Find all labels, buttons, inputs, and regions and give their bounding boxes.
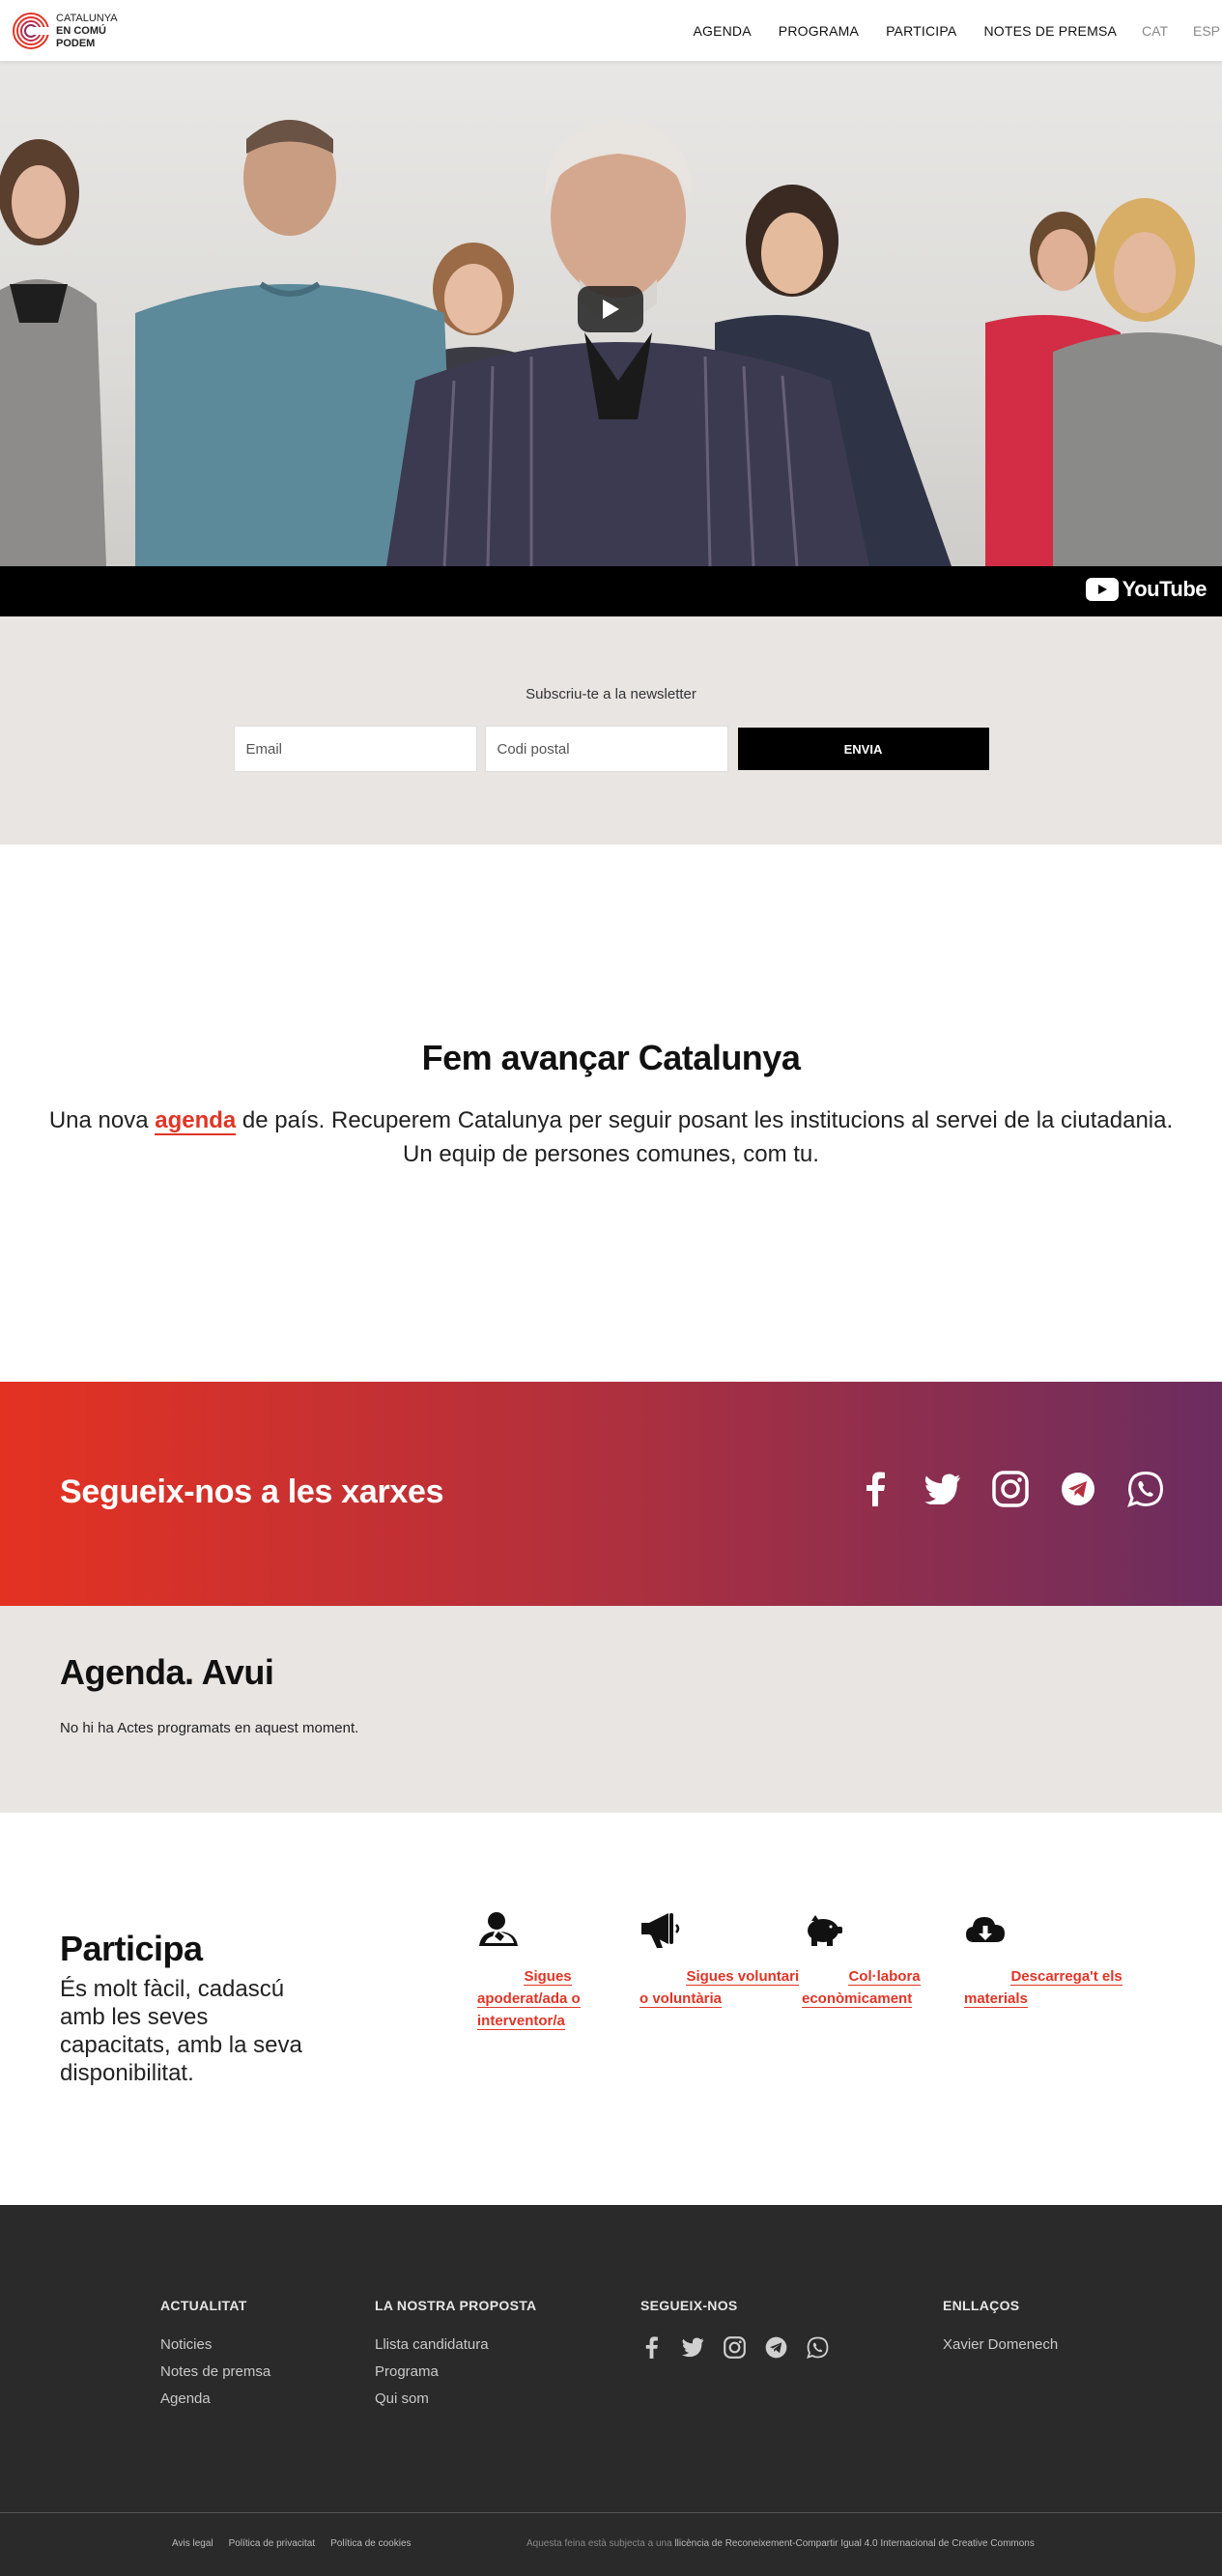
- participa-section: Participa És molt fàcil, cadascú amb les…: [0, 1813, 1222, 2205]
- participa-link-apoderat-label: Sigues apoderat/ada o interventor/a: [477, 1968, 581, 2030]
- youtube-play-icon: [1085, 578, 1119, 601]
- participa-link-apoderat[interactable]: Sigues apoderat/ada o interventor/a: [477, 1968, 581, 2030]
- participa-link-materials[interactable]: Descarrega't els materials: [964, 1968, 1123, 2008]
- agenda-section: Agenda. Avui No hi ha Actes programats e…: [0, 1606, 1222, 1813]
- logo-rings-icon: [13, 13, 50, 49]
- participa-link-collabora[interactable]: Col·labora econòmicament: [802, 1968, 921, 2008]
- legal-link-avis[interactable]: Avis legal: [172, 2538, 213, 2549]
- intro-text-after: de país. Recuperem Catalunya per seguir …: [236, 1107, 1174, 1133]
- main-nav: AGENDA PROGRAMA PARTICIPA NOTES DE PREMS…: [666, 0, 1222, 62]
- footer-link-xavier-domenech[interactable]: Xavier Domenech: [943, 2336, 1058, 2353]
- footer-link-noticies[interactable]: Noticies: [160, 2336, 270, 2353]
- postal-code-field[interactable]: [484, 726, 728, 772]
- participa-text: És molt fàcil, cadascú amb les seves cap…: [60, 1976, 302, 2086]
- youtube-label: YouTube: [1122, 577, 1208, 601]
- lang-cat[interactable]: CAT: [1142, 23, 1168, 39]
- video-embed[interactable]: YouTube: [0, 62, 1222, 616]
- footer-social-icons: [640, 2336, 829, 2359]
- footer-link-qui-som[interactable]: Qui som: [375, 2390, 536, 2407]
- footer-facebook-icon[interactable]: [640, 2336, 663, 2359]
- logo-line-3: PODEM: [56, 37, 96, 49]
- footer-heading-segueix: SEGUEIX-NOS: [640, 2298, 738, 2313]
- participa-link-voluntari-label: Sigues voluntari o voluntària: [639, 1968, 800, 2008]
- user-icon: [479, 1912, 518, 1946]
- whatsapp-icon[interactable]: [1127, 1471, 1164, 1507]
- intro-agenda-link[interactable]: agenda: [155, 1107, 237, 1135]
- license-link[interactable]: llicència de Reconeixement-Compartir Igu…: [674, 2538, 1034, 2549]
- footer-col-enllacos: ENLLAÇOS Xavier Domenech: [943, 2298, 1058, 2363]
- participa-link-materials-label: Descarrega't els materials: [964, 1968, 1123, 2008]
- license-notice: Aquesta feina està subjecta a una llicèn…: [526, 2538, 1035, 2549]
- participa-cards: Sigues apoderat/ada o interventor/a Sigu…: [477, 1909, 1157, 2032]
- social-section: Segueix-nos a les xarxes: [0, 1382, 1222, 1606]
- footer-heading-actualitat: ACTUALITAT: [160, 2298, 247, 2313]
- participa-card-collabora: Col·labora econòmicament: [802, 1909, 964, 2032]
- footer-col-segueix: SEGUEIX-NOS: [640, 2298, 829, 2359]
- footer-telegram-icon[interactable]: [765, 2336, 787, 2359]
- footer-whatsapp-icon[interactable]: [807, 2336, 829, 2359]
- megaphone-icon: [641, 1913, 680, 1948]
- logo-text: CATALUNYA EN COMÚ PODEM: [56, 13, 118, 50]
- logo-line-1: CATALUNYA: [56, 12, 118, 24]
- license-prefix: Aquesta feina està subjecta a una: [526, 2538, 675, 2549]
- youtube-logo[interactable]: YouTube: [1085, 577, 1208, 602]
- intro-section: Fem avançar Catalunya Una nova agenda de…: [0, 844, 1222, 1382]
- participa-title: Participa: [60, 1929, 203, 1968]
- intro-text-before: Una nova: [48, 1107, 156, 1133]
- site-footer: ACTUALITAT Noticies Notes de premsa Agen…: [0, 2205, 1222, 2512]
- site-logo[interactable]: CATALUNYA EN COMÚ PODEM: [12, 10, 118, 52]
- play-button[interactable]: [578, 286, 643, 332]
- play-icon: [603, 300, 619, 319]
- instagram-icon[interactable]: [992, 1471, 1029, 1507]
- participa-card-apoderat: Sigues apoderat/ada o interventor/a: [477, 1909, 639, 2032]
- nav-notes-de-premsa[interactable]: NOTES DE PREMSA: [983, 23, 1117, 39]
- agenda-title: Agenda. Avui: [60, 1652, 274, 1692]
- footer-col-actualitat: ACTUALITAT Noticies Notes de premsa Agen…: [160, 2298, 270, 2418]
- agenda-empty-message: No hi ha Actes programats en aquest mome…: [60, 1720, 359, 1736]
- legal-link-cookies[interactable]: Política de cookies: [330, 2538, 411, 2549]
- footer-link-llista-candidatura[interactable]: Llista candidatura: [375, 2336, 536, 2353]
- site-header: CATALUNYA EN COMÚ PODEM AGENDA PROGRAMA …: [0, 0, 1222, 62]
- participa-link-voluntari[interactable]: Sigues voluntari o voluntària: [639, 1968, 800, 2008]
- footer-col-proposta: LA NOSTRA PROPOSTA Llista candidatura Pr…: [375, 2298, 536, 2418]
- participa-intro: Participa És molt fàcil, cadascú amb les…: [60, 1929, 321, 2087]
- newsletter-title: Subscriu-te a la newsletter: [526, 686, 696, 702]
- footer-link-programa[interactable]: Programa: [375, 2363, 536, 2380]
- footer-link-notes-de-premsa[interactable]: Notes de premsa: [160, 2363, 270, 2380]
- nav-agenda[interactable]: AGENDA: [693, 23, 751, 39]
- intro-line-2: Un equip de persones comunes, com tu.: [403, 1141, 819, 1167]
- lang-esp[interactable]: ESP: [1193, 23, 1222, 39]
- intro-title: Fem avançar Catalunya: [421, 1038, 801, 1077]
- newsletter-submit-button[interactable]: ENVIA: [737, 728, 989, 770]
- newsletter-form: ENVIA: [0, 726, 1222, 772]
- participa-card-materials: Descarrega't els materials: [964, 1909, 1157, 2032]
- email-field[interactable]: [233, 726, 477, 772]
- piggy-bank-icon: [808, 1915, 842, 1946]
- social-icons: [857, 1471, 1164, 1507]
- footer-link-agenda[interactable]: Agenda: [160, 2390, 270, 2407]
- logo-line-2: EN COMÚ: [56, 24, 106, 37]
- footer-twitter-icon[interactable]: [682, 2336, 704, 2359]
- participa-card-voluntari: Sigues voluntari o voluntària: [639, 1909, 802, 2032]
- legal-links: Avis legal Política de privacitat Políti…: [172, 2538, 412, 2549]
- footer-heading-enllacos: ENLLAÇOS: [943, 2298, 1020, 2313]
- footer-heading-proposta: LA NOSTRA PROPOSTA: [375, 2298, 537, 2313]
- video-control-bar: [0, 566, 1222, 616]
- footer-instagram-icon[interactable]: [724, 2336, 746, 2359]
- social-title: Segueix-nos a les xarxes: [60, 1474, 444, 1510]
- nav-participa[interactable]: PARTICIPA: [886, 23, 956, 39]
- telegram-icon[interactable]: [1060, 1471, 1096, 1507]
- footer-bottom-bar: Avis legal Política de privacitat Políti…: [0, 2512, 1222, 2576]
- cloud-download-icon: [966, 1917, 1005, 1942]
- participa-link-collabora-label: Col·labora econòmicament: [802, 1968, 921, 2008]
- newsletter-section: Subscriu-te a la newsletter ENVIA: [0, 616, 1222, 844]
- facebook-icon[interactable]: [857, 1471, 894, 1507]
- nav-programa[interactable]: PROGRAMA: [779, 23, 859, 39]
- twitter-icon[interactable]: [924, 1471, 961, 1507]
- intro-text: Una nova agenda de país. Recuperem Catal…: [0, 1103, 1222, 1171]
- legal-link-privacitat[interactable]: Política de privacitat: [229, 2538, 316, 2549]
